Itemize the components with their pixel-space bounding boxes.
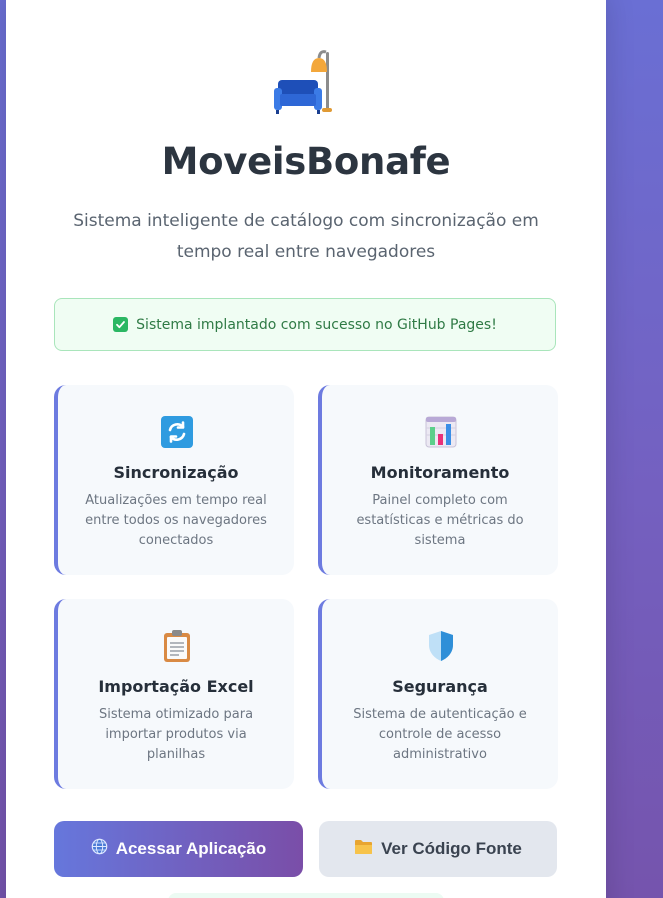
feature-description: Sistema otimizado para importar produtos…: [98, 707, 254, 762]
folder-icon: [354, 838, 373, 860]
feature-card-sync: Sincronização Atualizações em tempo real…: [54, 385, 294, 575]
feature-description: Sistema de autenticação e controle de ac…: [353, 707, 527, 762]
clipboard-icon: [160, 629, 194, 663]
view-source-button[interactable]: Ver Código Fonte: [319, 821, 557, 877]
feature-title: Monitoramento: [370, 463, 510, 482]
view-source-label: Ver Código Fonte: [381, 839, 522, 858]
feature-title: Segurança: [392, 677, 488, 696]
sync-icon: [160, 415, 194, 449]
feature-description: Painel completo com estatísticas e métri…: [356, 493, 524, 548]
check-icon: [113, 317, 129, 332]
feature-card-security: Segurança Sistema de autenticação e cont…: [318, 599, 558, 789]
deploy-status-text: Sistema implantado com sucesso no GitHub…: [136, 316, 497, 333]
bar-chart-icon: [424, 415, 458, 449]
page-title: MoveisBonafe: [161, 140, 451, 183]
feature-card-excel-import: Importação Excel Sistema otimizado para …: [54, 599, 294, 789]
sofa-lamp-icon: [270, 48, 340, 118]
feature-card-monitoring: Monitoramento Painel completo com estatí…: [318, 385, 558, 575]
deploy-status-banner: Sistema implantado com sucesso no GitHub…: [54, 298, 556, 351]
feature-title: Sincronização: [113, 463, 239, 482]
feature-title: Importação Excel: [98, 677, 254, 696]
feature-description: Atualizações em tempo real entre todos o…: [85, 493, 267, 548]
next-section-peek: [168, 893, 444, 898]
open-app-button[interactable]: Acessar Aplicação: [54, 821, 303, 877]
shield-icon: [424, 629, 458, 663]
open-app-label: Acessar Aplicação: [115, 839, 267, 858]
page-subtitle: Sistema inteligente de catálogo com sinc…: [73, 211, 539, 262]
globe-icon: [91, 838, 108, 860]
